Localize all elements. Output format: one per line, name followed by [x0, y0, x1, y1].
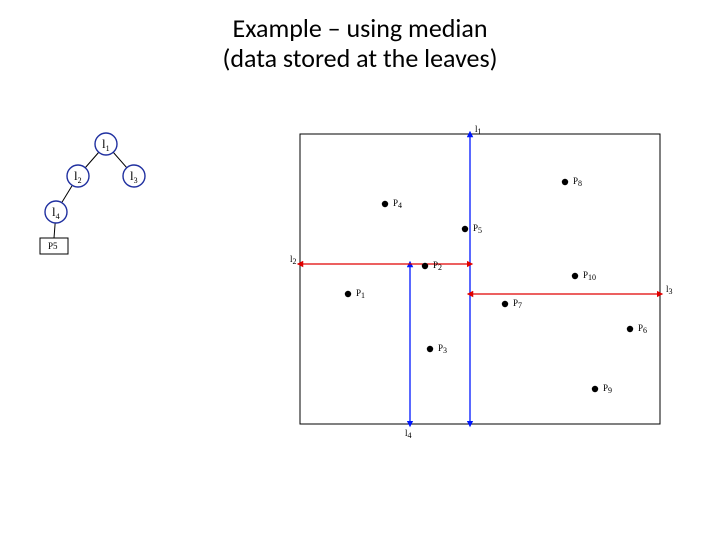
- point-label-P1: P1: [356, 288, 365, 300]
- diagram-stage: l1l2l3l4P5 l1l4l2l3P4P8P5P2P1P10P7P3P6P9: [0, 104, 720, 524]
- point-P9: [592, 386, 598, 392]
- partition-diagram: l1l4l2l3P4P8P5P2P1P10P7P3P6P9: [290, 124, 673, 440]
- tree-node-l1: l1: [95, 133, 117, 155]
- point-label-P9: P9: [603, 383, 612, 395]
- diagram-svg: l1l2l3l4P5 l1l4l2l3P4P8P5P2P1P10P7P3P6P9: [0, 104, 720, 524]
- point-label-P3: P3: [438, 343, 447, 355]
- point-P7: [502, 301, 508, 307]
- split-label-l2: l2: [290, 254, 297, 266]
- point-label-P6: P6: [638, 323, 647, 335]
- point-label-P7: P7: [513, 298, 522, 310]
- tree-node-l3: l3: [123, 165, 145, 187]
- split-label-l4: l4: [405, 428, 412, 440]
- title-line-2: (data stored at the leaves): [222, 42, 497, 74]
- tree-diagram: l1 l2 l3 l4 P5: [40, 133, 145, 254]
- point-P8: [562, 179, 568, 185]
- point-label-P10: P10: [583, 270, 596, 282]
- point-label-P5: P5: [473, 223, 482, 235]
- point-P6: [627, 326, 633, 332]
- point-label-P4: P4: [393, 198, 402, 210]
- point-P10: [572, 273, 578, 279]
- point-P5: [462, 226, 468, 232]
- tree-leaf-label: P5: [48, 241, 58, 251]
- point-P1: [345, 291, 351, 297]
- point-label-P2: P2: [433, 260, 442, 272]
- point-P2: [422, 263, 428, 269]
- slide-title: Example – using median (data stored at t…: [0, 14, 720, 74]
- tree-node-l2: l2: [67, 165, 89, 187]
- point-P3: [427, 346, 433, 352]
- title-line-1: Example – using median: [233, 12, 488, 44]
- point-P4: [382, 201, 388, 207]
- point-label-P8: P8: [573, 176, 582, 188]
- partition-frame: [300, 134, 660, 424]
- split-label-l3: l3: [666, 284, 673, 296]
- tree-node-l4: l4: [45, 201, 67, 223]
